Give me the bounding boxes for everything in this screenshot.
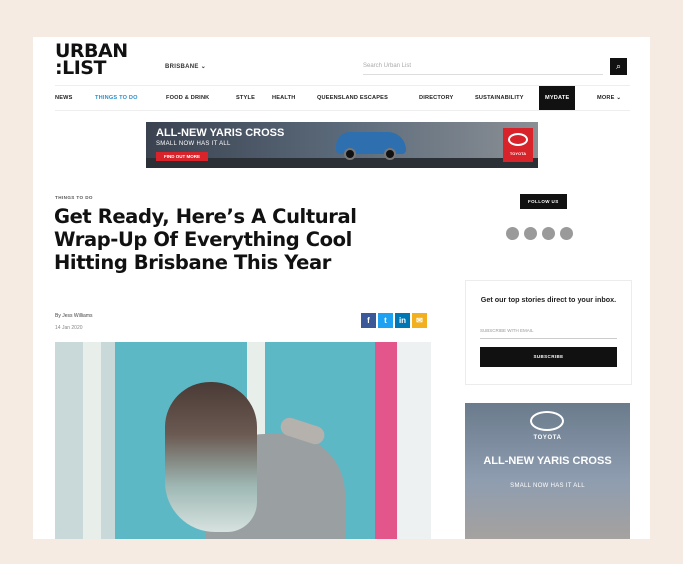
urban-list-logo[interactable]: URBAN :LIST (55, 42, 128, 79)
hero-white-post (83, 342, 101, 539)
banner-brand-name: TOYOTA (509, 151, 527, 156)
browser-page: URBAN :LIST BRISBANE ⌄ Search Urban List… (33, 37, 650, 539)
sidebar-ad[interactable]: TOYOTA ALL-NEW YARIS CROSS SMALL NOW HAS… (465, 403, 630, 539)
sidebar-ad-brand: TOYOTA (533, 435, 562, 441)
hero-pink-post (375, 342, 397, 539)
email-icon[interactable]: ✉ (412, 313, 427, 328)
article-date: 14 Jan 2020 (55, 325, 83, 331)
hero-person-hair (165, 382, 257, 532)
newsletter-title: Get our top stories direct to your inbox… (480, 295, 617, 304)
banner-cta-button[interactable]: FIND OUT MORE (156, 152, 208, 161)
banner-subline: SMALL NOW HAS IT ALL (156, 141, 231, 147)
subscribe-button[interactable]: SUBSCRIBE (480, 347, 617, 367)
twitter-icon[interactable]: t (378, 313, 393, 328)
nav-item-health[interactable]: HEALTH (272, 86, 295, 110)
search-button[interactable]: ⌕ (610, 58, 627, 75)
twitter-icon[interactable] (542, 227, 555, 240)
nav-item-mydate[interactable]: MYDATE (539, 86, 576, 110)
toyota-emblem-icon (530, 411, 564, 431)
search-icon: ⌕ (615, 61, 622, 71)
banner-brand-logo: TOYOTA (503, 128, 533, 162)
region-selector[interactable]: BRISBANE ⌄ (165, 63, 206, 70)
article-title: Get Ready, Here’s A Cultural Wrap-Up Of … (54, 205, 357, 274)
email-field[interactable]: SUBSCRIBE WITH EMAIL (480, 323, 617, 339)
follow-us-label: FOLLOW US (520, 194, 567, 209)
nav-item-food-drink[interactable]: FOOD & DRINK (166, 86, 209, 110)
toyota-emblem-icon (508, 133, 528, 146)
article-byline[interactable]: By Jess Williams (55, 313, 93, 319)
nav-item-style[interactable]: STYLE (236, 86, 255, 110)
banner-car-wheel (384, 148, 396, 160)
nav-item-directory[interactable]: DIRECTORY (419, 86, 453, 110)
top-banner-ad[interactable]: ALL-NEW YARIS CROSS SMALL NOW HAS IT ALL… (146, 122, 538, 168)
sidebar-ad-subline: SMALL NOW HAS IT ALL (510, 483, 585, 489)
search-input[interactable]: Search Urban List (363, 59, 603, 75)
pinterest-icon[interactable] (560, 227, 573, 240)
nav-item-queensland-escapes[interactable]: QUEENSLAND ESCAPES (317, 86, 388, 110)
nav-item-news[interactable]: NEWS (55, 86, 73, 110)
hero-image (55, 342, 431, 539)
article-category[interactable]: THINGS TO DO (55, 195, 93, 200)
hero-wall-right (397, 342, 431, 539)
main-nav: NEWS THINGS TO DO FOOD & DRINK STYLE HEA… (55, 85, 630, 111)
nav-item-things-to-do[interactable]: THINGS TO DO (95, 86, 138, 110)
instagram-icon[interactable] (524, 227, 537, 240)
newsletter-card: Get our top stories direct to your inbox… (465, 280, 632, 385)
nav-item-sustainability[interactable]: SUSTAINABILITY (475, 86, 524, 110)
nav-item-more[interactable]: MORE ⌄ (597, 86, 621, 110)
facebook-icon[interactable] (506, 227, 519, 240)
facebook-icon[interactable]: f (361, 313, 376, 328)
linkedin-icon[interactable]: in (395, 313, 410, 328)
sidebar-ad-headline: ALL-NEW YARIS CROSS (483, 455, 612, 467)
banner-headline: ALL-NEW YARIS CROSS (156, 127, 285, 139)
logo-line-2: :LIST (55, 57, 106, 79)
banner-car-wheel (344, 148, 356, 160)
